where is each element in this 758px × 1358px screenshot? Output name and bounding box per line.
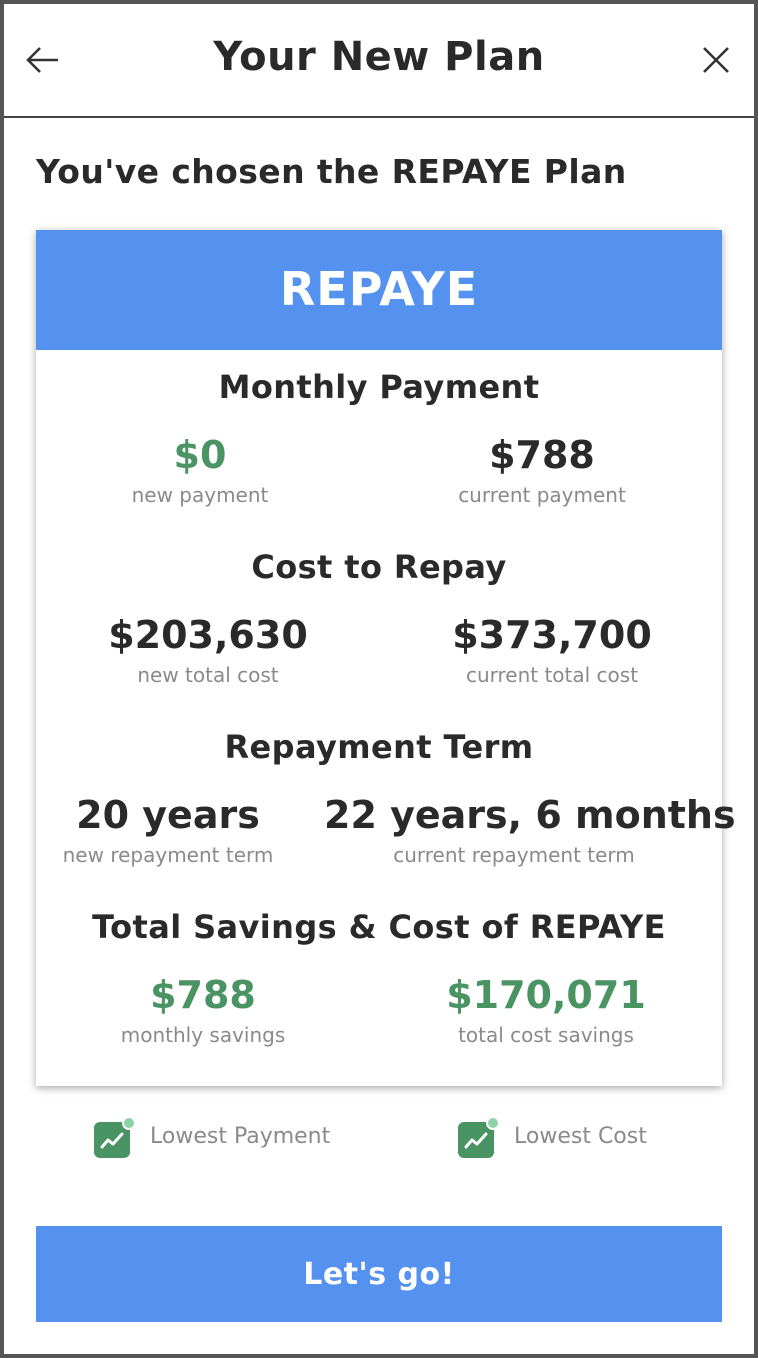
new-payment-label: new payment [131,483,269,507]
total-savings-value: $170,071 [446,973,646,1017]
new-repayment-term-label: new repayment term [62,843,274,867]
current-repayment-term-metric: 22 years, 6 months current repayment ter… [324,792,736,868]
lets-go-button[interactable]: Let's go! [36,1226,722,1322]
cost-to-repay-title: Cost to Repay [251,548,507,586]
repayment-term-title: Repayment Term [224,728,534,766]
total-savings-metric: $170,071 total cost savings [436,972,656,1048]
lowest-cost-badge: Lowest Cost [458,1116,698,1160]
current-payment-value: $788 [489,433,595,477]
savings-title: Total Savings & Cost of REPAYE [92,908,666,946]
lowest-cost-label: Lowest Cost [514,1124,647,1149]
page-title: Your New Plan [213,34,545,80]
new-total-cost-label: new total cost [137,663,279,687]
chosen-plan-subtitle: You've chosen the REPAYE Plan [36,152,627,191]
lowest-payment-label: Lowest Payment [150,1124,331,1149]
total-savings-label: total cost savings [458,1023,634,1047]
plan-modal: Your New Plan You've chosen the REPAYE P… [4,4,754,1354]
monthly-savings-value: $788 [150,973,256,1017]
current-repayment-term-label: current repayment term [393,843,635,867]
plan-name: REPAYE [279,262,479,316]
new-payment-metric: $0 new payment [100,432,300,508]
close-button[interactable] [696,40,736,80]
new-payment-value: $0 [173,433,227,477]
current-total-cost-label: current total cost [465,663,639,687]
current-payment-label: current payment [458,483,626,507]
new-total-cost-metric: $203,630 new total cost [88,612,328,688]
new-repayment-term-metric: 20 years new repayment term [58,792,278,868]
close-icon [703,47,729,73]
lowest-payment-badge: Lowest Payment [94,1116,354,1160]
plan-card: REPAYE Monthly Payment $0 new payment $7… [36,230,736,1086]
current-repayment-term-value: 22 years, 6 months [324,793,736,837]
new-repayment-term-value: 20 years [76,793,260,837]
new-total-cost-value: $203,630 [108,613,308,657]
plan-banner: REPAYE [36,230,722,350]
monthly-savings-metric: $788 monthly savings [98,972,308,1048]
monthly-payment-title: Monthly Payment [218,368,540,406]
modal-header: Your New Plan [4,4,754,118]
badge-indicator-dot [486,1116,500,1130]
current-payment-metric: $788 current payment [442,432,642,508]
current-total-cost-metric: $373,700 current total cost [432,612,672,688]
current-total-cost-value: $373,700 [452,613,652,657]
monthly-savings-label: monthly savings [120,1023,286,1047]
badge-indicator-dot [122,1116,136,1130]
